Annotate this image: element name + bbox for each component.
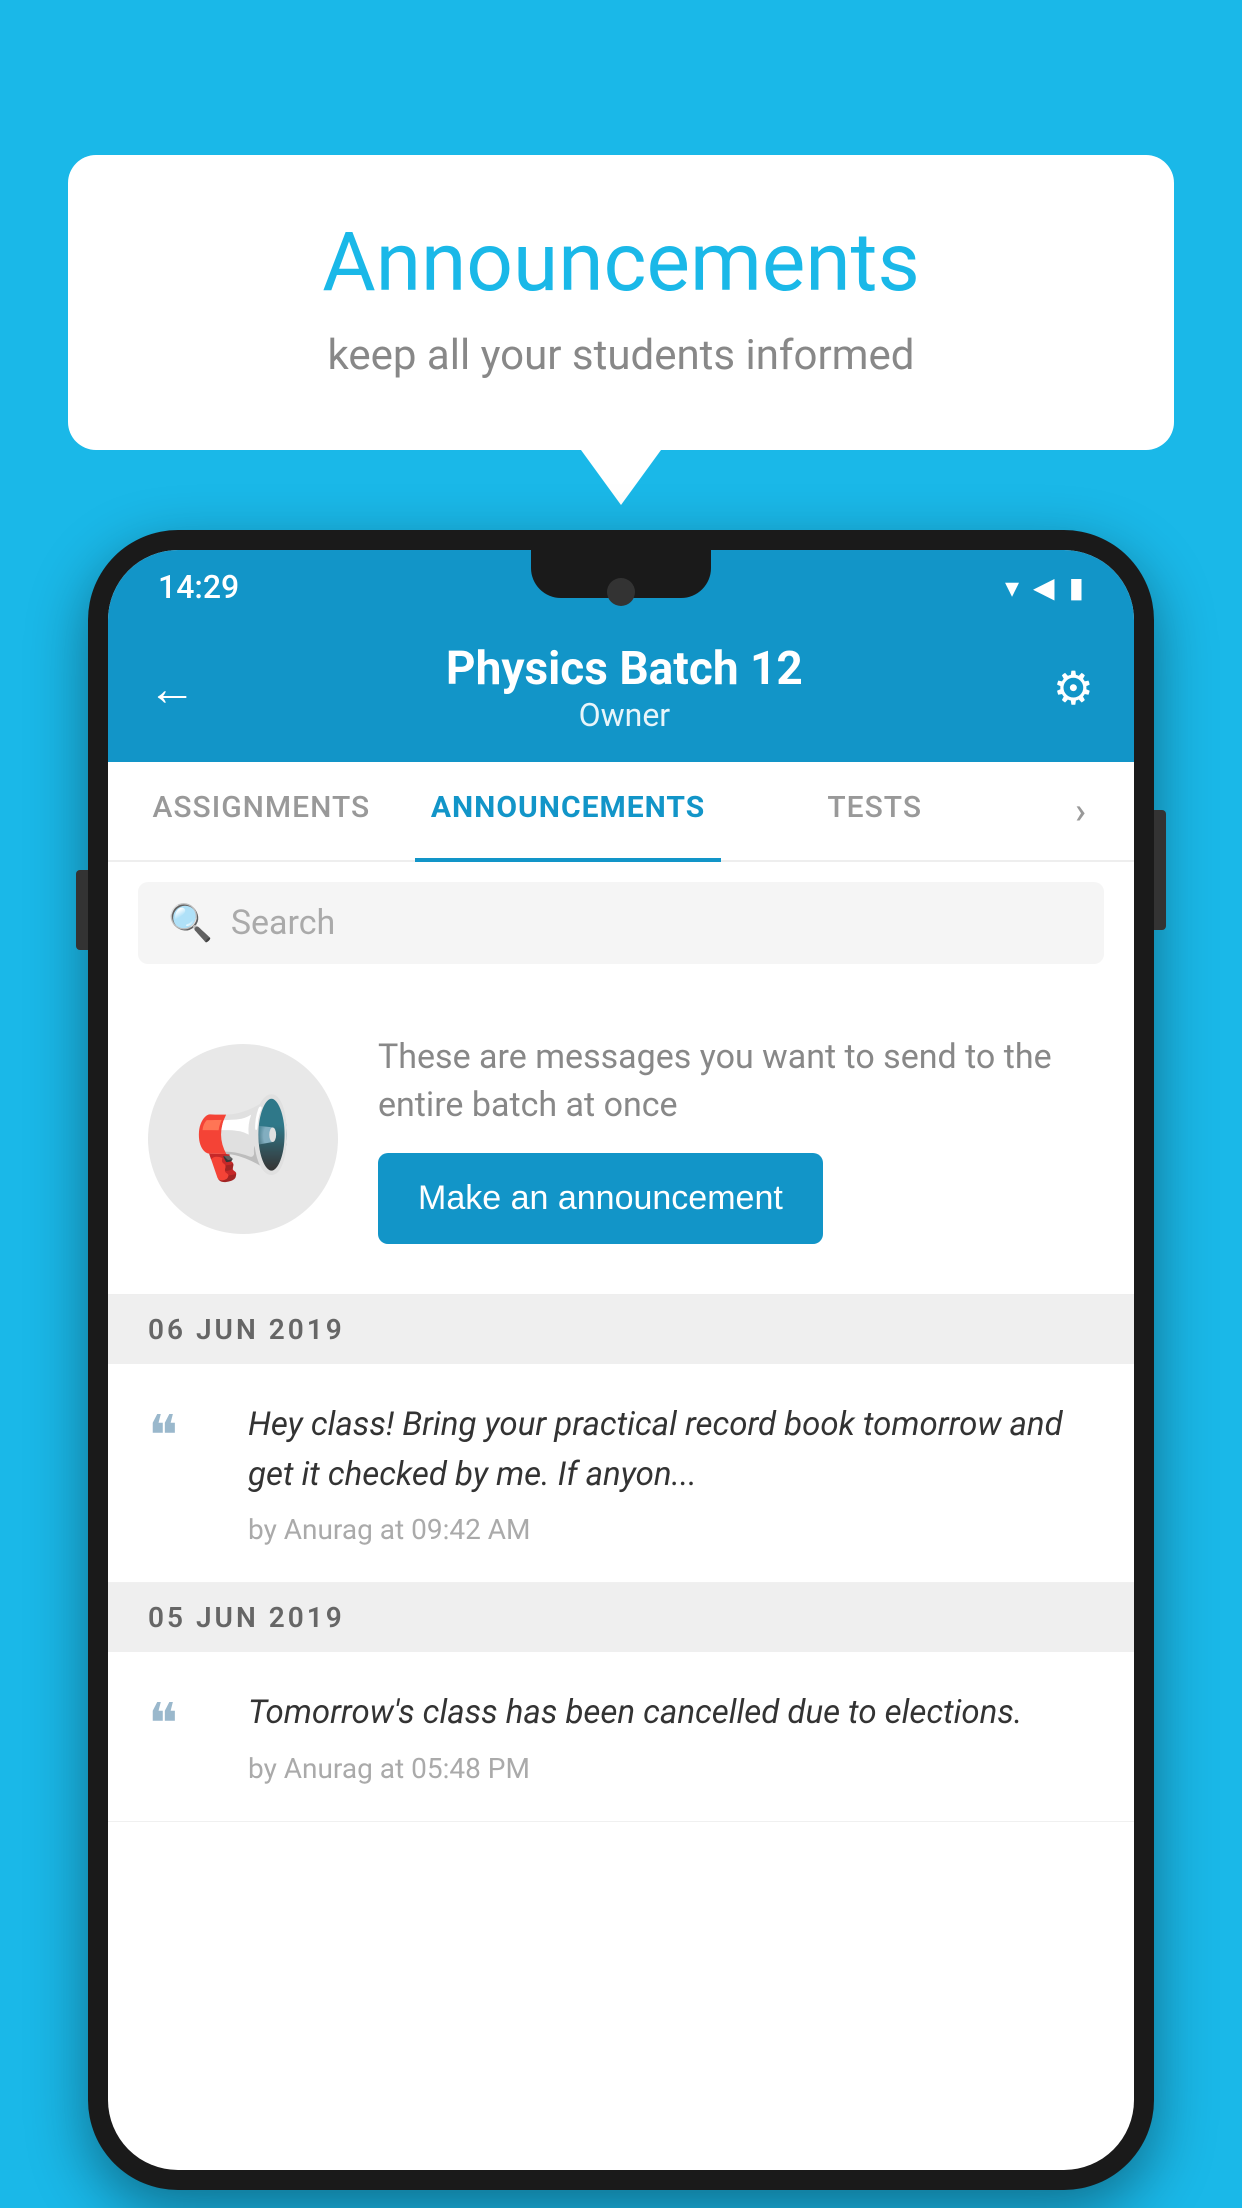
- announcement-text-2: Tomorrow's class has been cancelled due …: [248, 1688, 1094, 1738]
- megaphone-circle: 📢: [148, 1044, 338, 1234]
- back-button[interactable]: ←: [148, 660, 196, 717]
- phone-wrapper: 14:29 ▾ ◀ ▮ ← Physics Batch 12 Owner ⚙: [88, 530, 1154, 2208]
- announcement-content-1: Hey class! Bring your practical record b…: [248, 1400, 1094, 1546]
- announcement-meta-2: by Anurag at 05:48 PM: [248, 1752, 1094, 1785]
- status-icons: ▾ ◀ ▮: [1005, 571, 1084, 604]
- promo-area: 📢 These are messages you want to send to…: [108, 984, 1134, 1295]
- app-bar-title: Physics Batch 12: [446, 642, 803, 696]
- announcement-meta-1: by Anurag at 09:42 AM: [248, 1513, 1094, 1546]
- speech-bubble-section: Announcements keep all your students inf…: [68, 155, 1174, 505]
- megaphone-icon: 📢: [193, 1092, 293, 1186]
- search-container: 🔍 Search: [108, 862, 1134, 984]
- battery-icon: ▮: [1069, 571, 1084, 604]
- phone-frame: 14:29 ▾ ◀ ▮ ← Physics Batch 12 Owner ⚙: [88, 530, 1154, 2190]
- announcement-item-2[interactable]: ❝ Tomorrow's class has been cancelled du…: [108, 1652, 1134, 1822]
- phone-button-right: [1154, 810, 1166, 930]
- tab-assignments[interactable]: ASSIGNMENTS: [108, 762, 415, 860]
- announcement-content-2: Tomorrow's class has been cancelled due …: [248, 1688, 1094, 1785]
- phone-notch: [531, 550, 711, 598]
- bubble-subtitle: keep all your students informed: [148, 331, 1094, 380]
- announcement-text-1: Hey class! Bring your practical record b…: [248, 1400, 1094, 1499]
- date-label-2: 05 JUN 2019: [148, 1601, 345, 1634]
- quote-icon-container-1: ❝: [148, 1400, 218, 1464]
- phone-button-left: [76, 870, 88, 950]
- app-bar-subtitle: Owner: [446, 696, 803, 734]
- tabs-bar: ASSIGNMENTS ANNOUNCEMENTS TESTS ›: [108, 762, 1134, 862]
- tab-more[interactable]: ›: [1028, 762, 1134, 860]
- status-time: 14:29: [158, 568, 239, 606]
- tab-tests[interactable]: TESTS: [721, 762, 1028, 860]
- date-separator-2: 05 JUN 2019: [108, 1583, 1134, 1652]
- announcement-item-1[interactable]: ❝ Hey class! Bring your practical record…: [108, 1364, 1134, 1583]
- phone-camera: [607, 578, 635, 606]
- promo-description: These are messages you want to send to t…: [378, 1034, 1094, 1129]
- search-placeholder: Search: [231, 903, 335, 943]
- speech-bubble-card: Announcements keep all your students inf…: [68, 155, 1174, 450]
- screen-content: 🔍 Search 📢 These are messages you want t…: [108, 862, 1134, 2170]
- search-bar[interactable]: 🔍 Search: [138, 882, 1104, 964]
- signal-icon: ◀: [1033, 571, 1055, 604]
- bubble-tail: [581, 450, 661, 505]
- bubble-title: Announcements: [148, 215, 1094, 311]
- quote-icon-2: ❝: [148, 1691, 178, 1757]
- wifi-icon: ▾: [1005, 571, 1019, 604]
- app-bar-center: Physics Batch 12 Owner: [446, 642, 803, 734]
- date-label-1: 06 JUN 2019: [148, 1313, 345, 1346]
- make-announcement-button[interactable]: Make an announcement: [378, 1153, 823, 1244]
- search-icon: 🔍: [168, 902, 213, 944]
- quote-icon-container-2: ❝: [148, 1688, 218, 1752]
- promo-content: These are messages you want to send to t…: [378, 1034, 1094, 1244]
- tab-announcements[interactable]: ANNOUNCEMENTS: [415, 762, 722, 860]
- app-bar: ← Physics Batch 12 Owner ⚙: [108, 618, 1134, 762]
- phone-screen: 14:29 ▾ ◀ ▮ ← Physics Batch 12 Owner ⚙: [108, 550, 1134, 2170]
- settings-icon[interactable]: ⚙: [1053, 661, 1094, 716]
- date-separator-1: 06 JUN 2019: [108, 1295, 1134, 1364]
- quote-icon-1: ❝: [148, 1403, 178, 1469]
